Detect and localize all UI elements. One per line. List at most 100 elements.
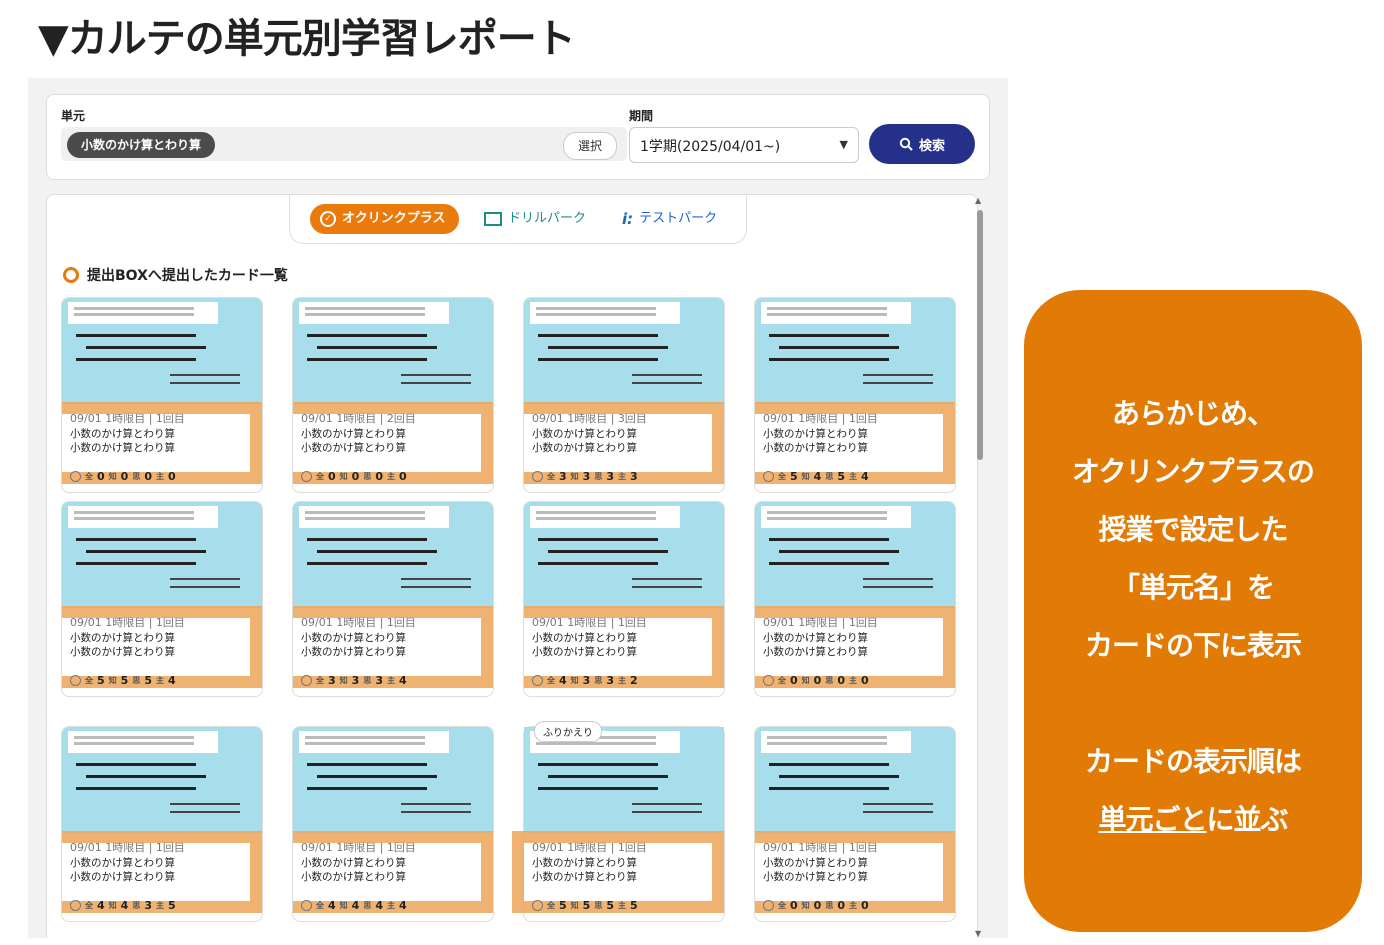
card-thumbnail-ink bbox=[538, 334, 658, 337]
card-unit-name: 小数のかけ算とわり算 bbox=[763, 871, 868, 883]
scroll-up-icon[interactable]: ▲ bbox=[975, 196, 981, 205]
tab-test-park[interactable]: i: テストパーク bbox=[622, 204, 717, 234]
unit-label: 単元 bbox=[61, 109, 86, 123]
medal-icon bbox=[763, 471, 774, 482]
score-label-chi: 知 bbox=[570, 901, 579, 910]
card-unit-name: 小数のかけ算とわり算 bbox=[532, 632, 637, 644]
report-app: 単元 小数のかけ算とわり算 選択 期間 1学期(2025/04/01~) ▼ 検… bbox=[28, 78, 1008, 938]
score-shu: 5 bbox=[629, 899, 638, 912]
score-label-shi: 思 bbox=[594, 676, 603, 685]
unit-chip[interactable]: 小数のかけ算とわり算 bbox=[67, 132, 216, 158]
card-thumbnail-ink bbox=[170, 374, 240, 376]
card-meta: 09/01 1時限目 | 1回目 bbox=[532, 841, 647, 854]
card[interactable]: 09/01 1時限目 | 3回目 小数のかけ算とわり算 小数のかけ算とわり算全 3 知 3… bbox=[523, 297, 725, 493]
card[interactable]: 09/01 1時限目 | 1回目 小数のかけ算とわり算 小数のかけ算とわり算全 5 知 4… bbox=[754, 297, 956, 493]
score-chi: 0 bbox=[813, 674, 822, 687]
score-all: 0 bbox=[97, 470, 105, 483]
search-button-label: 検索 bbox=[918, 138, 945, 154]
score-shu: 0 bbox=[860, 899, 869, 912]
score-all: 5 bbox=[97, 674, 105, 687]
card-thumbnail bbox=[524, 727, 724, 833]
card[interactable]: 09/01 1時限目 | 1回目 小数のかけ算とわり算 小数のかけ算とわり算全 5 知 5… bbox=[61, 501, 263, 697]
card-thumbnail-ink bbox=[401, 374, 471, 376]
card-meta: 09/01 1時限目 | 1回目 bbox=[70, 616, 185, 629]
card[interactable]: 09/01 1時限目 | 1回目 小数のかけ算とわり算 小数のかけ算とわり算全 0 知 0… bbox=[754, 726, 956, 922]
score-label-chi: 知 bbox=[339, 901, 348, 910]
card[interactable]: ふりかえり 09/01 1時限目 | 1回目 小数のかけ算とわり算 小数のかけ算とわり… bbox=[512, 721, 725, 922]
select-button[interactable]: 選択 bbox=[563, 132, 617, 160]
score-label-shi: 思 bbox=[594, 472, 603, 481]
oclink-icon: ✓ bbox=[320, 211, 336, 227]
card[interactable]: 09/01 1時限目 | 1回目 小数のかけ算とわり算 小数のかけ算とわり算全 3 知 3… bbox=[292, 501, 494, 697]
callout-line-1: あらかじめ、 bbox=[1111, 397, 1275, 430]
unit-field[interactable]: 小数のかけ算とわり算 選択 bbox=[61, 127, 627, 161]
scroll-down-icon[interactable]: ▼ bbox=[975, 929, 981, 938]
tab-test-park-label: テストパーク bbox=[639, 211, 718, 226]
search-button[interactable]: 検索 bbox=[869, 124, 975, 164]
score-label-shi: 思 bbox=[594, 901, 603, 910]
score-label-shu: 主 bbox=[386, 472, 395, 481]
tab-oclink-plus[interactable]: ✓ オクリンクプラス bbox=[310, 204, 460, 234]
card-thumbnail-note bbox=[530, 302, 680, 324]
card[interactable]: 09/01 1時限目 | 1回目 小数のかけ算とわり算 小数のかけ算とわり算全 4 知 4… bbox=[61, 726, 263, 922]
tab-drill-park[interactable]: ドリルパーク bbox=[484, 204, 586, 234]
medal-icon bbox=[532, 471, 543, 482]
score-chi: 0 bbox=[813, 899, 822, 912]
section-title-text: 提出BOXへ提出したカード一覧 bbox=[87, 268, 288, 284]
period-select[interactable]: 1学期(2025/04/01~) ▼ bbox=[629, 127, 859, 163]
callout-line-7-rest: に並ぶ bbox=[1206, 803, 1289, 836]
card-thumbnail bbox=[62, 298, 262, 404]
card-meta: 09/01 1時限目 | 2回目 bbox=[301, 412, 416, 425]
card-meta: 09/01 1時限目 | 1回目 bbox=[70, 841, 185, 854]
card-thumbnail-ink bbox=[863, 578, 933, 580]
score-all: 5 bbox=[559, 899, 567, 912]
card-thumbnail-ink bbox=[76, 538, 196, 541]
score-label-shi: 思 bbox=[825, 676, 834, 685]
card[interactable]: 09/01 1時限目 | 1回目 小数のかけ算とわり算 小数のかけ算とわり算全 0 知 0… bbox=[61, 297, 263, 493]
card-thumbnail-note bbox=[299, 302, 449, 324]
card[interactable]: 09/01 1時限目 | 1回目 小数のかけ算とわり算 小数のかけ算とわり算全 0 知 0… bbox=[754, 501, 956, 697]
card-thumbnail-ink bbox=[769, 334, 889, 337]
score-all: 4 bbox=[559, 674, 567, 687]
card-thumbnail-note bbox=[530, 506, 680, 528]
card-scores: 全5知4思5主4 bbox=[763, 470, 869, 483]
score-shu: 4 bbox=[398, 674, 407, 687]
scrollbar[interactable]: ▲ ▼ bbox=[974, 194, 986, 938]
card-list-panel: ✓ オクリンクプラス ドリルパーク i: テストパーク 提出BOXへ提出したカー… bbox=[46, 194, 978, 938]
chevron-down-icon: ▼ bbox=[839, 138, 848, 151]
score-all: 3 bbox=[559, 470, 567, 483]
card-scores: 全4知4思3主5 bbox=[70, 899, 176, 912]
score-shi: 0 bbox=[837, 674, 845, 687]
score-label-shu: 主 bbox=[386, 901, 395, 910]
medal-icon bbox=[301, 675, 312, 686]
card-thumbnail bbox=[62, 727, 262, 833]
score-label-shu: 主 bbox=[155, 676, 164, 685]
card[interactable]: 09/01 1時限目 | 1回目 小数のかけ算とわり算 小数のかけ算とわり算全 4 知 4… bbox=[292, 726, 494, 922]
score-label-chi: 知 bbox=[108, 472, 117, 481]
score-label-all: 全 bbox=[778, 472, 786, 481]
score-label-shu: 主 bbox=[848, 676, 857, 685]
card[interactable]: 09/01 1時限目 | 2回目 小数のかけ算とわり算 小数のかけ算とわり算全 0 知 0… bbox=[292, 297, 494, 493]
score-chi: 3 bbox=[582, 470, 591, 483]
card-meta: 09/01 1時限目 | 1回目 bbox=[70, 412, 185, 425]
score-shi: 5 bbox=[144, 674, 152, 687]
score-shu: 4 bbox=[398, 899, 407, 912]
score-label-shi: 思 bbox=[363, 472, 372, 481]
score-label-all: 全 bbox=[547, 472, 555, 481]
score-shu: 4 bbox=[167, 674, 176, 687]
score-label-chi: 知 bbox=[108, 901, 117, 910]
section-title: 提出BOXへ提出したカード一覧 bbox=[63, 265, 288, 285]
scrollbar-thumb[interactable] bbox=[977, 210, 983, 460]
callout-line-4: 「単元名」を bbox=[1111, 571, 1275, 604]
card-meta: 09/01 1時限目 | 3回目 bbox=[532, 412, 647, 425]
card-thumbnail-note bbox=[68, 302, 218, 324]
score-shi: 3 bbox=[375, 674, 383, 687]
score-all: 3 bbox=[328, 674, 336, 687]
card[interactable]: 09/01 1時限目 | 1回目 小数のかけ算とわり算 小数のかけ算とわり算全 4 知 3… bbox=[523, 501, 725, 697]
score-chi: 3 bbox=[351, 674, 360, 687]
search-icon bbox=[899, 137, 913, 151]
score-label-all: 全 bbox=[547, 676, 555, 685]
card-unit-name: 小数のかけ算とわり算 bbox=[763, 857, 868, 869]
medal-icon bbox=[70, 675, 81, 686]
test-park-icon: i: bbox=[622, 210, 634, 228]
